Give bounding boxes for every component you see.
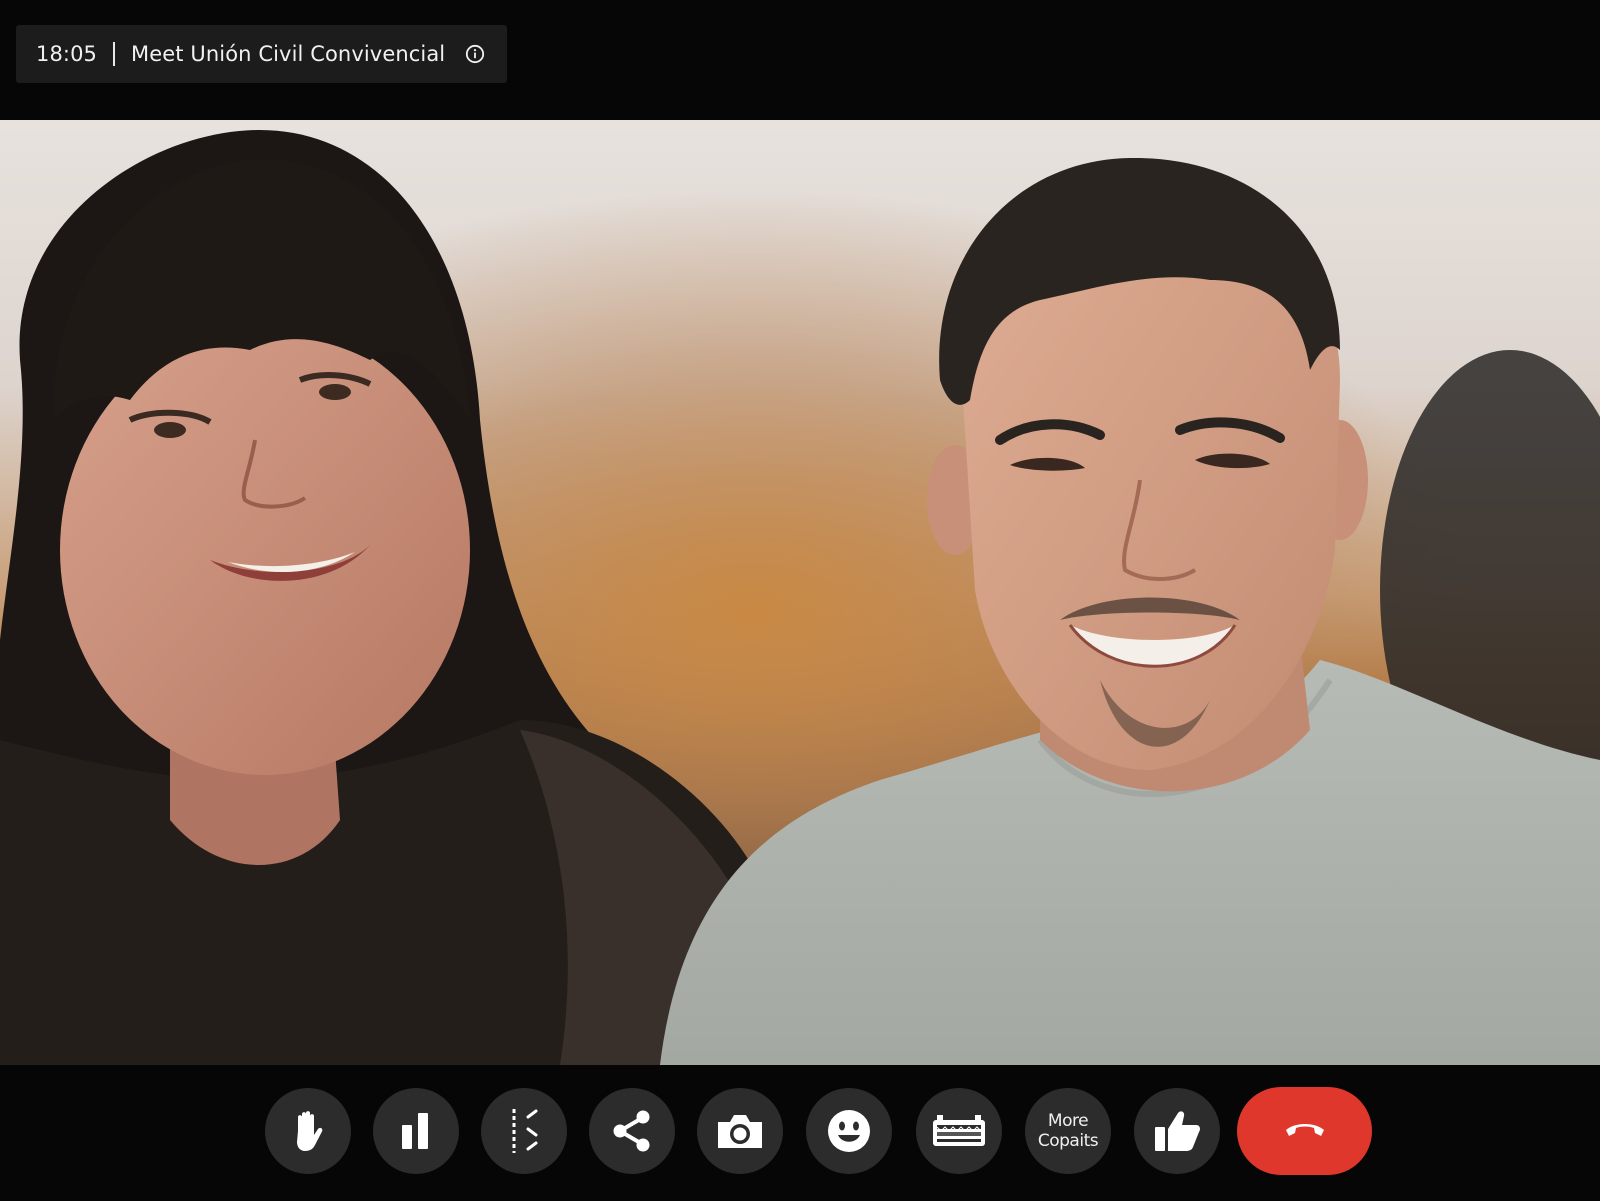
video-frame	[0, 120, 1600, 1065]
call-controls: More Copaits	[0, 1065, 1600, 1201]
info-icon[interactable]	[465, 44, 485, 64]
hand-icon	[288, 1109, 328, 1153]
more-options-button[interactable]: More Copaits	[1025, 1088, 1111, 1174]
top-bar: 18:05 Meet Unión Civil Convivencial	[0, 0, 1600, 120]
meeting-time: 18:05	[36, 42, 98, 66]
reactions-button[interactable]	[806, 1088, 892, 1174]
more-label-line2: Copaits	[1037, 1131, 1099, 1151]
camera-button[interactable]	[697, 1088, 783, 1174]
like-button[interactable]	[1134, 1088, 1220, 1174]
meeting-info-chip: 18:05 Meet Unión Civil Convivencial	[16, 25, 507, 83]
end-call-button[interactable]	[1237, 1087, 1372, 1175]
meeting-title: Meet Unión Civil Convivencial	[131, 42, 446, 66]
separator	[113, 42, 116, 66]
share-icon	[609, 1108, 655, 1154]
raise-hand-button[interactable]	[265, 1088, 351, 1174]
phone-hangup-icon	[1283, 1118, 1327, 1144]
share-button[interactable]	[589, 1088, 675, 1174]
video-stage	[0, 120, 1600, 1065]
meet-window: 18:05 Meet Unión Civil Convivencial More…	[0, 0, 1600, 1201]
keyboard-button[interactable]	[916, 1088, 1002, 1174]
layout-button[interactable]	[481, 1088, 567, 1174]
dotted-layout-icon	[504, 1107, 544, 1155]
pause-button[interactable]	[373, 1088, 459, 1174]
pause-icon	[399, 1111, 433, 1151]
camera-icon	[714, 1110, 766, 1152]
more-label-line1: More	[1047, 1111, 1089, 1131]
thumbs-up-icon	[1152, 1109, 1202, 1153]
keyboard-icon	[931, 1112, 987, 1150]
smiley-icon	[825, 1107, 873, 1155]
